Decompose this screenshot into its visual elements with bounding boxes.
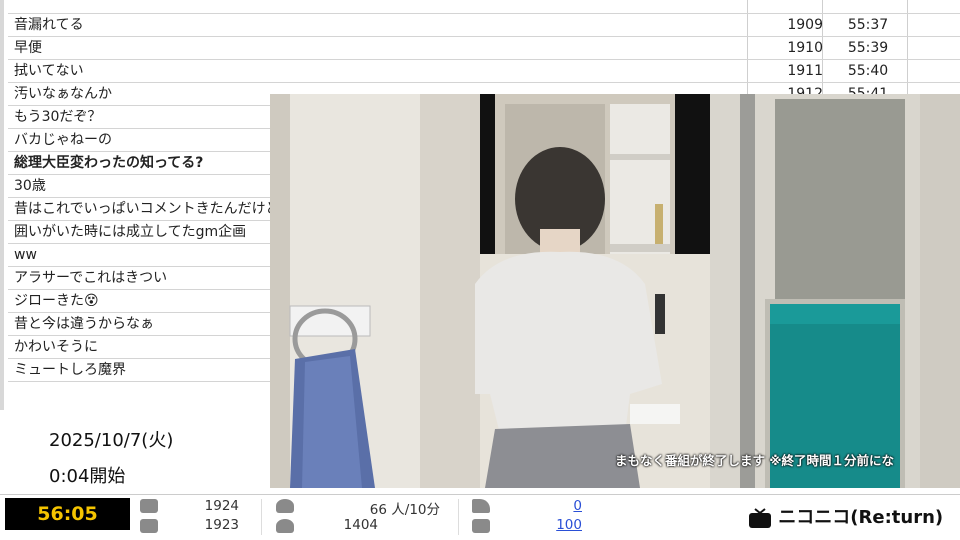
- ad-points-link[interactable]: 0: [520, 498, 582, 514]
- video-frame: [270, 94, 960, 488]
- comment-row[interactable]: 早便 1910 55:39: [8, 37, 960, 60]
- comment-text: 昔と今は違うからなぁ: [14, 316, 154, 332]
- comment-text: 早便: [14, 40, 42, 56]
- comment-text: ww: [14, 247, 37, 263]
- comment-text: 拭いてない: [14, 63, 84, 79]
- comment-text: 昔はこれでいっぱいコメントきたんだけどな: [14, 201, 294, 217]
- comment-number: 1911: [787, 63, 823, 79]
- comment-text: 総理大臣変わったの知ってる?: [14, 155, 204, 171]
- comment-text: かわいそうに: [14, 339, 98, 355]
- brand-name: ニコニコ(Re:turn): [778, 507, 944, 528]
- elapsed-timer: 56:05: [5, 498, 130, 530]
- broadcast-date: 2025/10/7(火): [49, 430, 174, 451]
- comment-number: 1910: [787, 40, 823, 56]
- comment-text: ジローきた😵: [14, 293, 99, 309]
- comment-text: バカじゃねーの: [14, 132, 112, 148]
- comment-time: 55:39: [847, 40, 889, 56]
- tv-icon: [749, 508, 771, 528]
- divider: [261, 499, 262, 535]
- comment-text: 30歳: [14, 178, 46, 194]
- comment-text: 汚いなぁなんか: [14, 86, 112, 102]
- broadcast-start: 0:04開始: [49, 466, 126, 487]
- gift-icon: [472, 519, 490, 533]
- comment-text: アラサーでこれはきつい: [14, 270, 168, 286]
- broadcast-info: 2025/10/7(火) 0:04開始: [4, 410, 270, 494]
- comment-row[interactable]: 音漏れてる 1909 55:37: [8, 14, 960, 37]
- comment-text: 囲いがいた時には成立してたgm企画: [14, 224, 247, 240]
- divider: [458, 499, 459, 535]
- comment-time: 55:37: [847, 17, 889, 33]
- comment-text: 音漏れてる: [14, 17, 84, 33]
- comment-count: 1924: [204, 498, 239, 514]
- viewer-icon: [276, 499, 294, 513]
- comment-time: 55:40: [847, 63, 889, 79]
- comment-text: もう30だぞ？: [14, 109, 102, 125]
- comment-row[interactable]: [8, 0, 960, 14]
- status-bar: 56:05 1924 1923 66 人/10分 1404 0 100 ニコニコ…: [0, 494, 960, 540]
- comment-count-secondary: 1923: [204, 517, 239, 533]
- video-player[interactable]: まもなく番組が終了します ※終了時間１分前にな: [270, 94, 960, 488]
- viewer-rate: 66 人/10分: [369, 502, 440, 518]
- user-icon: [276, 519, 294, 533]
- comment-icon: [140, 499, 158, 513]
- viewer-total: 1404: [343, 517, 378, 533]
- comment-stack-icon: [140, 519, 158, 533]
- comment-text: ミュートしろ魔界: [14, 362, 126, 378]
- comment-row[interactable]: 拭いてない 1911 55:40: [8, 60, 960, 83]
- niconico-logo: ニコニコ(Re:turn): [748, 503, 943, 529]
- gift-points-link[interactable]: 100: [520, 517, 582, 533]
- comment-number: 1909: [787, 17, 823, 33]
- program-end-ticker: まもなく番組が終了します ※終了時間１分前にな: [615, 453, 895, 468]
- ad-icon: [472, 499, 490, 513]
